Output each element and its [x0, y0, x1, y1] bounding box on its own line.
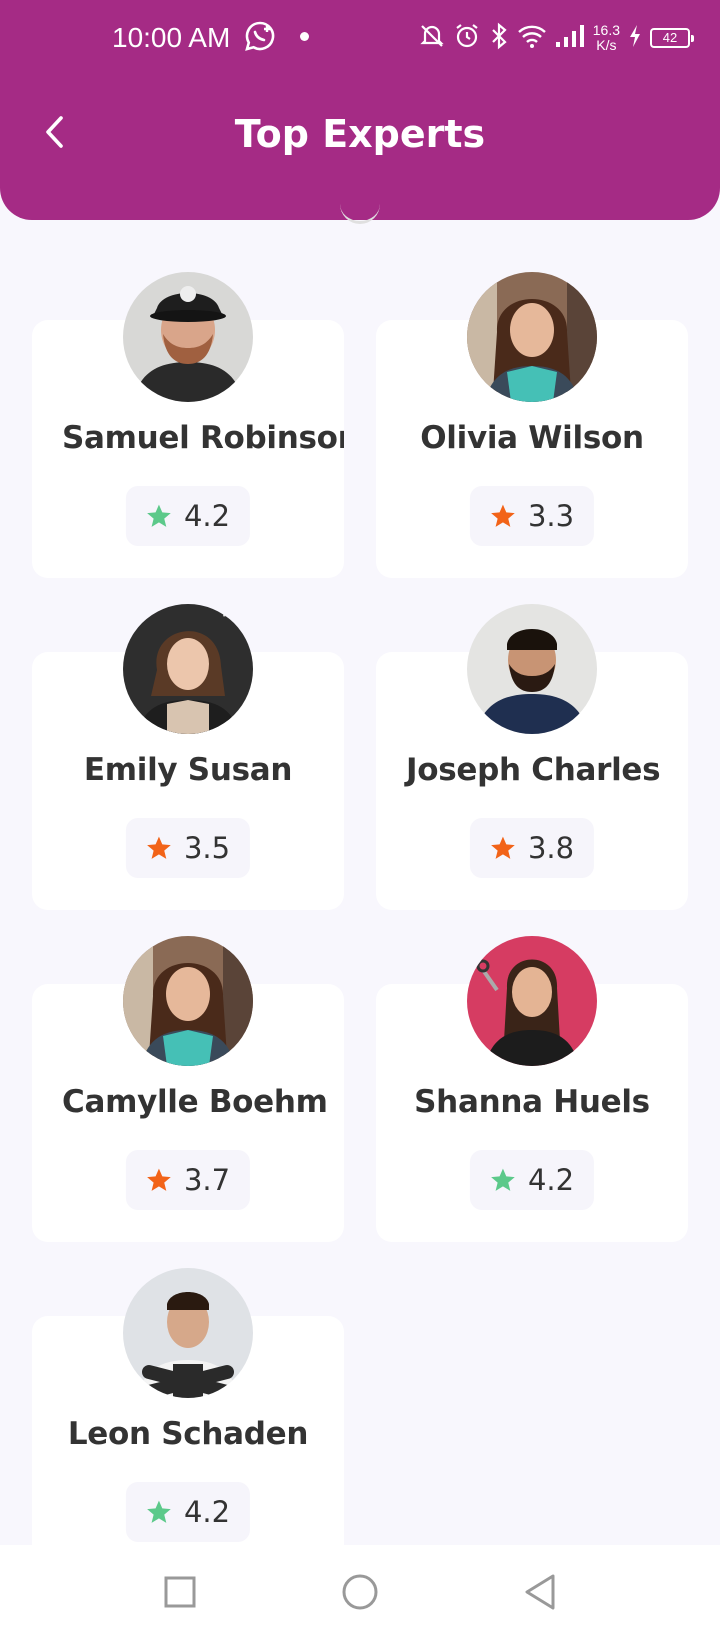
back-nav-button[interactable] [515, 1567, 565, 1617]
back-triangle-icon [525, 1574, 555, 1610]
rating-badge: 3.3 [469, 486, 595, 546]
rating-value: 3.7 [183, 1163, 231, 1197]
rating-badge: 4.2 [125, 486, 251, 546]
expert-name: Camylle Boehm [62, 1084, 328, 1120]
star-icon [491, 504, 515, 527]
star-icon [147, 1168, 171, 1191]
experts-grid: Samuel Robinson 4.2 Olivia Wilson 3.3 Em… [0, 0, 720, 1545]
expert-name: Emily Susan [83, 752, 293, 788]
recent-apps-icon [164, 1576, 196, 1608]
home-button[interactable] [335, 1567, 385, 1617]
recent-apps-button[interactable] [155, 1567, 205, 1617]
expert-name: Samuel Robinson [62, 420, 344, 456]
rating-badge: 3.7 [125, 1150, 251, 1210]
expert-avatar[interactable] [467, 936, 597, 1066]
rating-value: 4.2 [183, 499, 231, 533]
home-icon [342, 1574, 378, 1610]
expert-avatar[interactable] [467, 272, 597, 402]
rating-value: 4.2 [527, 1163, 575, 1197]
rating-badge: 4.2 [125, 1482, 251, 1542]
rating-value: 3.5 [183, 831, 231, 865]
expert-avatar[interactable] [123, 1268, 253, 1398]
expert-name: Joseph Charles [406, 752, 661, 788]
star-icon [491, 836, 515, 859]
rating-badge: 3.8 [469, 818, 595, 878]
rating-value: 3.8 [527, 831, 575, 865]
system-nav-bar [0, 1545, 720, 1640]
expert-avatar[interactable] [123, 604, 253, 734]
rating-badge: 3.5 [125, 818, 251, 878]
rating-value: 4.2 [183, 1495, 231, 1529]
expert-avatar[interactable] [123, 272, 253, 402]
rating-badge: 4.2 [469, 1150, 595, 1210]
expert-name: Leon Schaden [67, 1416, 309, 1452]
expert-avatar[interactable] [123, 936, 253, 1066]
expert-name: Olivia Wilson [420, 420, 644, 456]
rating-value: 3.3 [527, 499, 575, 533]
expert-avatar[interactable] [467, 604, 597, 734]
expert-name: Shanna Huels [414, 1084, 650, 1120]
star-icon [147, 504, 171, 527]
star-icon [147, 836, 171, 859]
star-icon [491, 1168, 515, 1191]
star-icon [147, 1500, 171, 1523]
